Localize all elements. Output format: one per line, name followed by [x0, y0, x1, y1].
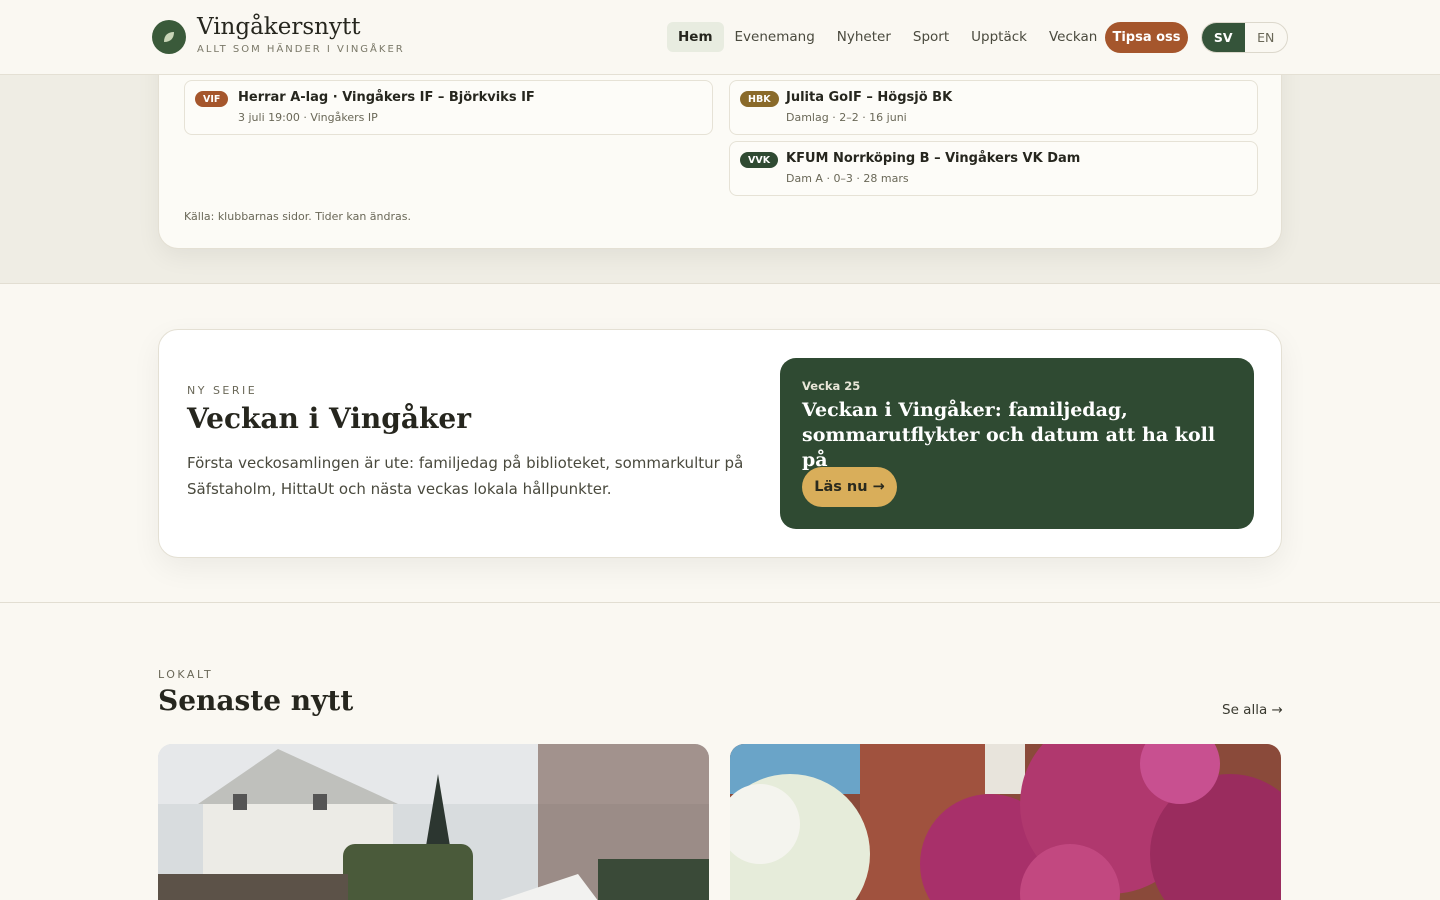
lang-sv-button[interactable]: SV	[1202, 23, 1245, 52]
fixtures-source: Källa: klubbarnas sidor. Tider kan ändra…	[184, 210, 411, 223]
nav-item-hem[interactable]: Hem	[667, 22, 724, 52]
brand-tagline: ALLT SOM HÄNDER I VINGÅKER	[197, 44, 405, 55]
site-header: Vingåkersnytt ALLT SOM HÄNDER I VINGÅKER…	[0, 0, 1440, 75]
club-badge: HBK	[740, 91, 779, 107]
match-card[interactable]: VVK KFUM Norrköping B – Vingåkers VK Dam…	[729, 141, 1258, 196]
feature-card[interactable]: Vecka 25 Veckan i Vingåker: familjedag, …	[780, 358, 1254, 529]
section-divider	[0, 602, 1440, 603]
match-meta: Dam A · 0–3 · 28 mars	[786, 172, 909, 185]
match-card[interactable]: VIF Herrar A-lag · Vingåkers IF – Björkv…	[184, 80, 713, 135]
lang-en-button[interactable]: EN	[1245, 23, 1288, 52]
nav-item-upptack[interactable]: Upptäck	[960, 22, 1038, 52]
nav-item-veckan[interactable]: Veckan	[1038, 22, 1108, 52]
see-all-link[interactable]: Se alla →	[1222, 702, 1283, 718]
match-meta: 3 juli 19:00 · Vingåkers IP	[238, 111, 378, 124]
series-card: NY SERIE Veckan i Vingåker Första veckos…	[158, 329, 1282, 558]
tipsa-oss-button[interactable]: Tipsa oss	[1105, 22, 1188, 53]
match-title: Julita GoIF – Högsjö BK	[786, 90, 953, 105]
brand-name[interactable]: Vingåkersnytt	[197, 14, 360, 40]
nav-item-nyheter[interactable]: Nyheter	[826, 22, 902, 52]
blossoming-trees-photo[interactable]	[730, 744, 1281, 900]
series-description: Första veckosamlingen är ute: familjedag…	[187, 454, 744, 498]
feature-title[interactable]: Veckan i Vingåker: familjedag, sommarutf…	[802, 398, 1232, 473]
read-now-button[interactable]: Läs nu →	[802, 467, 897, 507]
series-eyebrow: NY SERIE	[187, 384, 258, 397]
language-switch: SV EN	[1201, 22, 1288, 53]
nav-item-sport[interactable]: Sport	[902, 22, 960, 52]
club-badge: VVK	[740, 152, 779, 168]
main-nav: Hem Evenemang Nyheter Sport Upptäck Veck…	[667, 21, 1108, 53]
snowy-street-photo[interactable]	[158, 744, 709, 900]
match-title: KFUM Norrköping B – Vingåkers VK Dam	[786, 151, 1081, 166]
club-badge: VIF	[195, 91, 229, 107]
series-title: Veckan i Vingåker	[187, 402, 471, 435]
match-card[interactable]: HBK Julita GoIF – Högsjö BK Damlag · 2–2…	[729, 80, 1258, 135]
news-title: Senaste nytt	[158, 684, 354, 717]
match-meta: Damlag · 2–2 · 16 juni	[786, 111, 907, 124]
match-title: Herrar A-lag · Vingåkers IF – Björkviks …	[238, 90, 535, 105]
news-eyebrow: LOKALT	[158, 668, 214, 681]
feature-week-label: Vecka 25	[802, 379, 861, 393]
nav-item-evenemang[interactable]: Evenemang	[724, 22, 826, 52]
logo-leaf-icon[interactable]	[152, 20, 186, 54]
